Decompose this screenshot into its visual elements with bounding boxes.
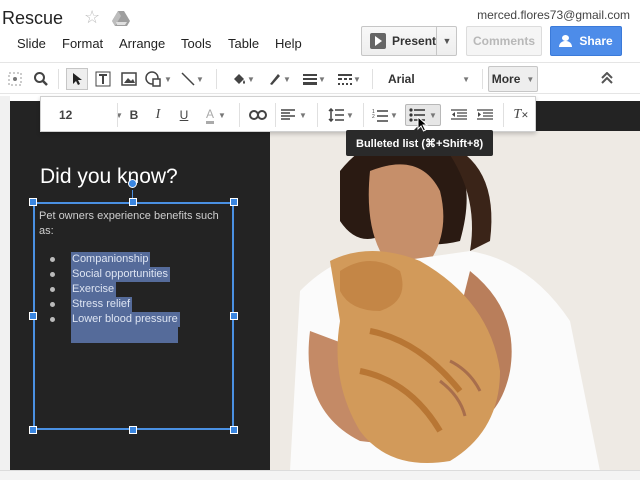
slide-heading[interactable]: Did you know? [40, 165, 178, 189]
shape-tool-icon[interactable]: ▼ [144, 68, 172, 90]
bullet-icon [50, 317, 55, 322]
present-label: Present [392, 34, 437, 48]
main-toolbar: ▼ ▼ ▼ ▼ ▼ ▼ Arial ▼ More ▼ [0, 62, 640, 94]
menu-slide[interactable]: Slide [17, 36, 46, 51]
star-icon[interactable]: ☆ [84, 7, 100, 28]
line-spacing-icon[interactable]: ▼ [325, 104, 357, 126]
clear-formatting-button[interactable]: T ✕ [509, 104, 533, 126]
share-label: Share [579, 34, 613, 48]
share-button[interactable]: Share [550, 26, 622, 56]
intro-text[interactable]: Pet owners experience benefits such as: [39, 209, 229, 239]
chevron-down-icon: ▼ [390, 110, 398, 120]
fill-color-icon[interactable]: ▼ [228, 68, 258, 90]
border-weight-icon[interactable]: ▼ [300, 68, 328, 90]
mouse-cursor-icon [417, 115, 429, 137]
chevron-down-icon: ▼ [318, 74, 326, 84]
menu-help[interactable]: Help [275, 36, 302, 51]
zoom-icon[interactable] [30, 68, 52, 90]
line-tool-icon[interactable]: ▼ [178, 68, 206, 90]
account-email[interactable]: merced.flores73@gmail.com [477, 8, 630, 22]
collapse-toolbar-icon[interactable] [600, 71, 614, 87]
select-tool-icon[interactable] [66, 68, 88, 90]
border-dash-icon[interactable]: ▼ [334, 68, 364, 90]
menu-arrange[interactable]: Arrange [119, 36, 165, 51]
slide-canvas[interactable]: Did you know? Pet owners experience bene… [10, 101, 640, 471]
bullet-icon [50, 272, 55, 277]
link-icon[interactable] [245, 104, 271, 126]
chevron-down-icon: ▼ [299, 110, 307, 120]
rotate-handle[interactable] [128, 179, 137, 188]
more-toolbar: 12 ▼ B I U A ▼ ▼ ▼ 12 ▼ ▼ T ✕ [40, 96, 536, 132]
clear-formatting-icon: T [513, 107, 522, 122]
chevron-down-icon: ▼ [283, 74, 291, 84]
font-family-select[interactable]: Arial ▼ [380, 68, 480, 90]
speaker-notes-divider[interactable] [0, 470, 640, 480]
chevron-down-icon: ▼ [442, 36, 452, 46]
image-tool-icon[interactable] [118, 68, 140, 90]
chevron-down-icon: ▼ [196, 74, 204, 84]
menu-format[interactable]: Format [62, 36, 103, 51]
underline-button[interactable]: U [173, 104, 195, 126]
resize-handle-nw[interactable] [29, 198, 37, 206]
font-size-select[interactable]: 12 ▼ [59, 104, 129, 126]
chevron-down-icon: ▼ [346, 110, 354, 120]
menu-table[interactable]: Table [228, 36, 259, 51]
font-family-value: Arial [388, 72, 415, 86]
list-item-text: Social opportunities [71, 267, 171, 282]
border-color-icon[interactable]: ▼ [264, 68, 294, 90]
chevron-down-icon: ▼ [164, 74, 172, 84]
chevron-down-icon: ▼ [218, 110, 226, 120]
chevron-down-icon: ▼ [247, 74, 255, 84]
bullet-icon [50, 302, 55, 307]
cat-photo [270, 131, 640, 471]
text-color-icon: A [206, 107, 215, 124]
list-item-text: Exercise [71, 282, 117, 297]
chevron-down-icon: ▼ [353, 74, 361, 84]
resize-handle-n[interactable] [129, 198, 137, 206]
resize-handle-s[interactable] [129, 426, 137, 434]
chevron-down-icon: ▼ [429, 110, 437, 120]
list-item-text: Lower blood pressure [71, 312, 180, 327]
resize-handle-sw[interactable] [29, 426, 37, 434]
select-layout-icon[interactable] [4, 68, 26, 90]
selection-highlight [71, 327, 178, 343]
document-title[interactable]: Rescue [2, 8, 63, 29]
text-color-button[interactable]: A ▼ [199, 104, 233, 126]
resize-handle-w[interactable] [29, 312, 37, 320]
drive-icon[interactable] [112, 10, 130, 31]
menu-tools[interactable]: Tools [181, 36, 211, 51]
bold-button[interactable]: B [123, 104, 145, 126]
font-size-value: 12 [59, 108, 73, 122]
clear-x-icon: ✕ [521, 109, 529, 120]
svg-text:2: 2 [372, 114, 375, 120]
italic-button[interactable]: I [147, 104, 169, 126]
resize-handle-ne[interactable] [230, 198, 238, 206]
more-button[interactable]: More ▼ [488, 66, 538, 92]
play-icon [370, 33, 386, 49]
align-left-icon[interactable]: ▼ [279, 104, 309, 126]
chevron-down-icon: ▼ [462, 74, 470, 84]
increase-indent-icon[interactable] [473, 104, 497, 126]
decrease-indent-icon[interactable] [447, 104, 471, 126]
list-item-text: Stress relief [71, 297, 133, 312]
present-options-button[interactable]: ▼ [436, 26, 457, 56]
bullet-icon [50, 287, 55, 292]
resize-handle-e[interactable] [230, 312, 238, 320]
left-panel-strip [0, 96, 10, 480]
list-item-text: Companionship [71, 252, 151, 267]
numbered-list-icon[interactable]: 12 ▼ [369, 104, 401, 126]
textbox-tool-icon[interactable] [92, 68, 114, 90]
comments-button[interactable]: Comments [466, 26, 542, 56]
person-icon [559, 35, 573, 47]
chevron-down-icon: ▼ [526, 74, 535, 84]
resize-handle-se[interactable] [230, 426, 238, 434]
more-label: More [491, 72, 521, 86]
bullet-icon [50, 257, 55, 262]
